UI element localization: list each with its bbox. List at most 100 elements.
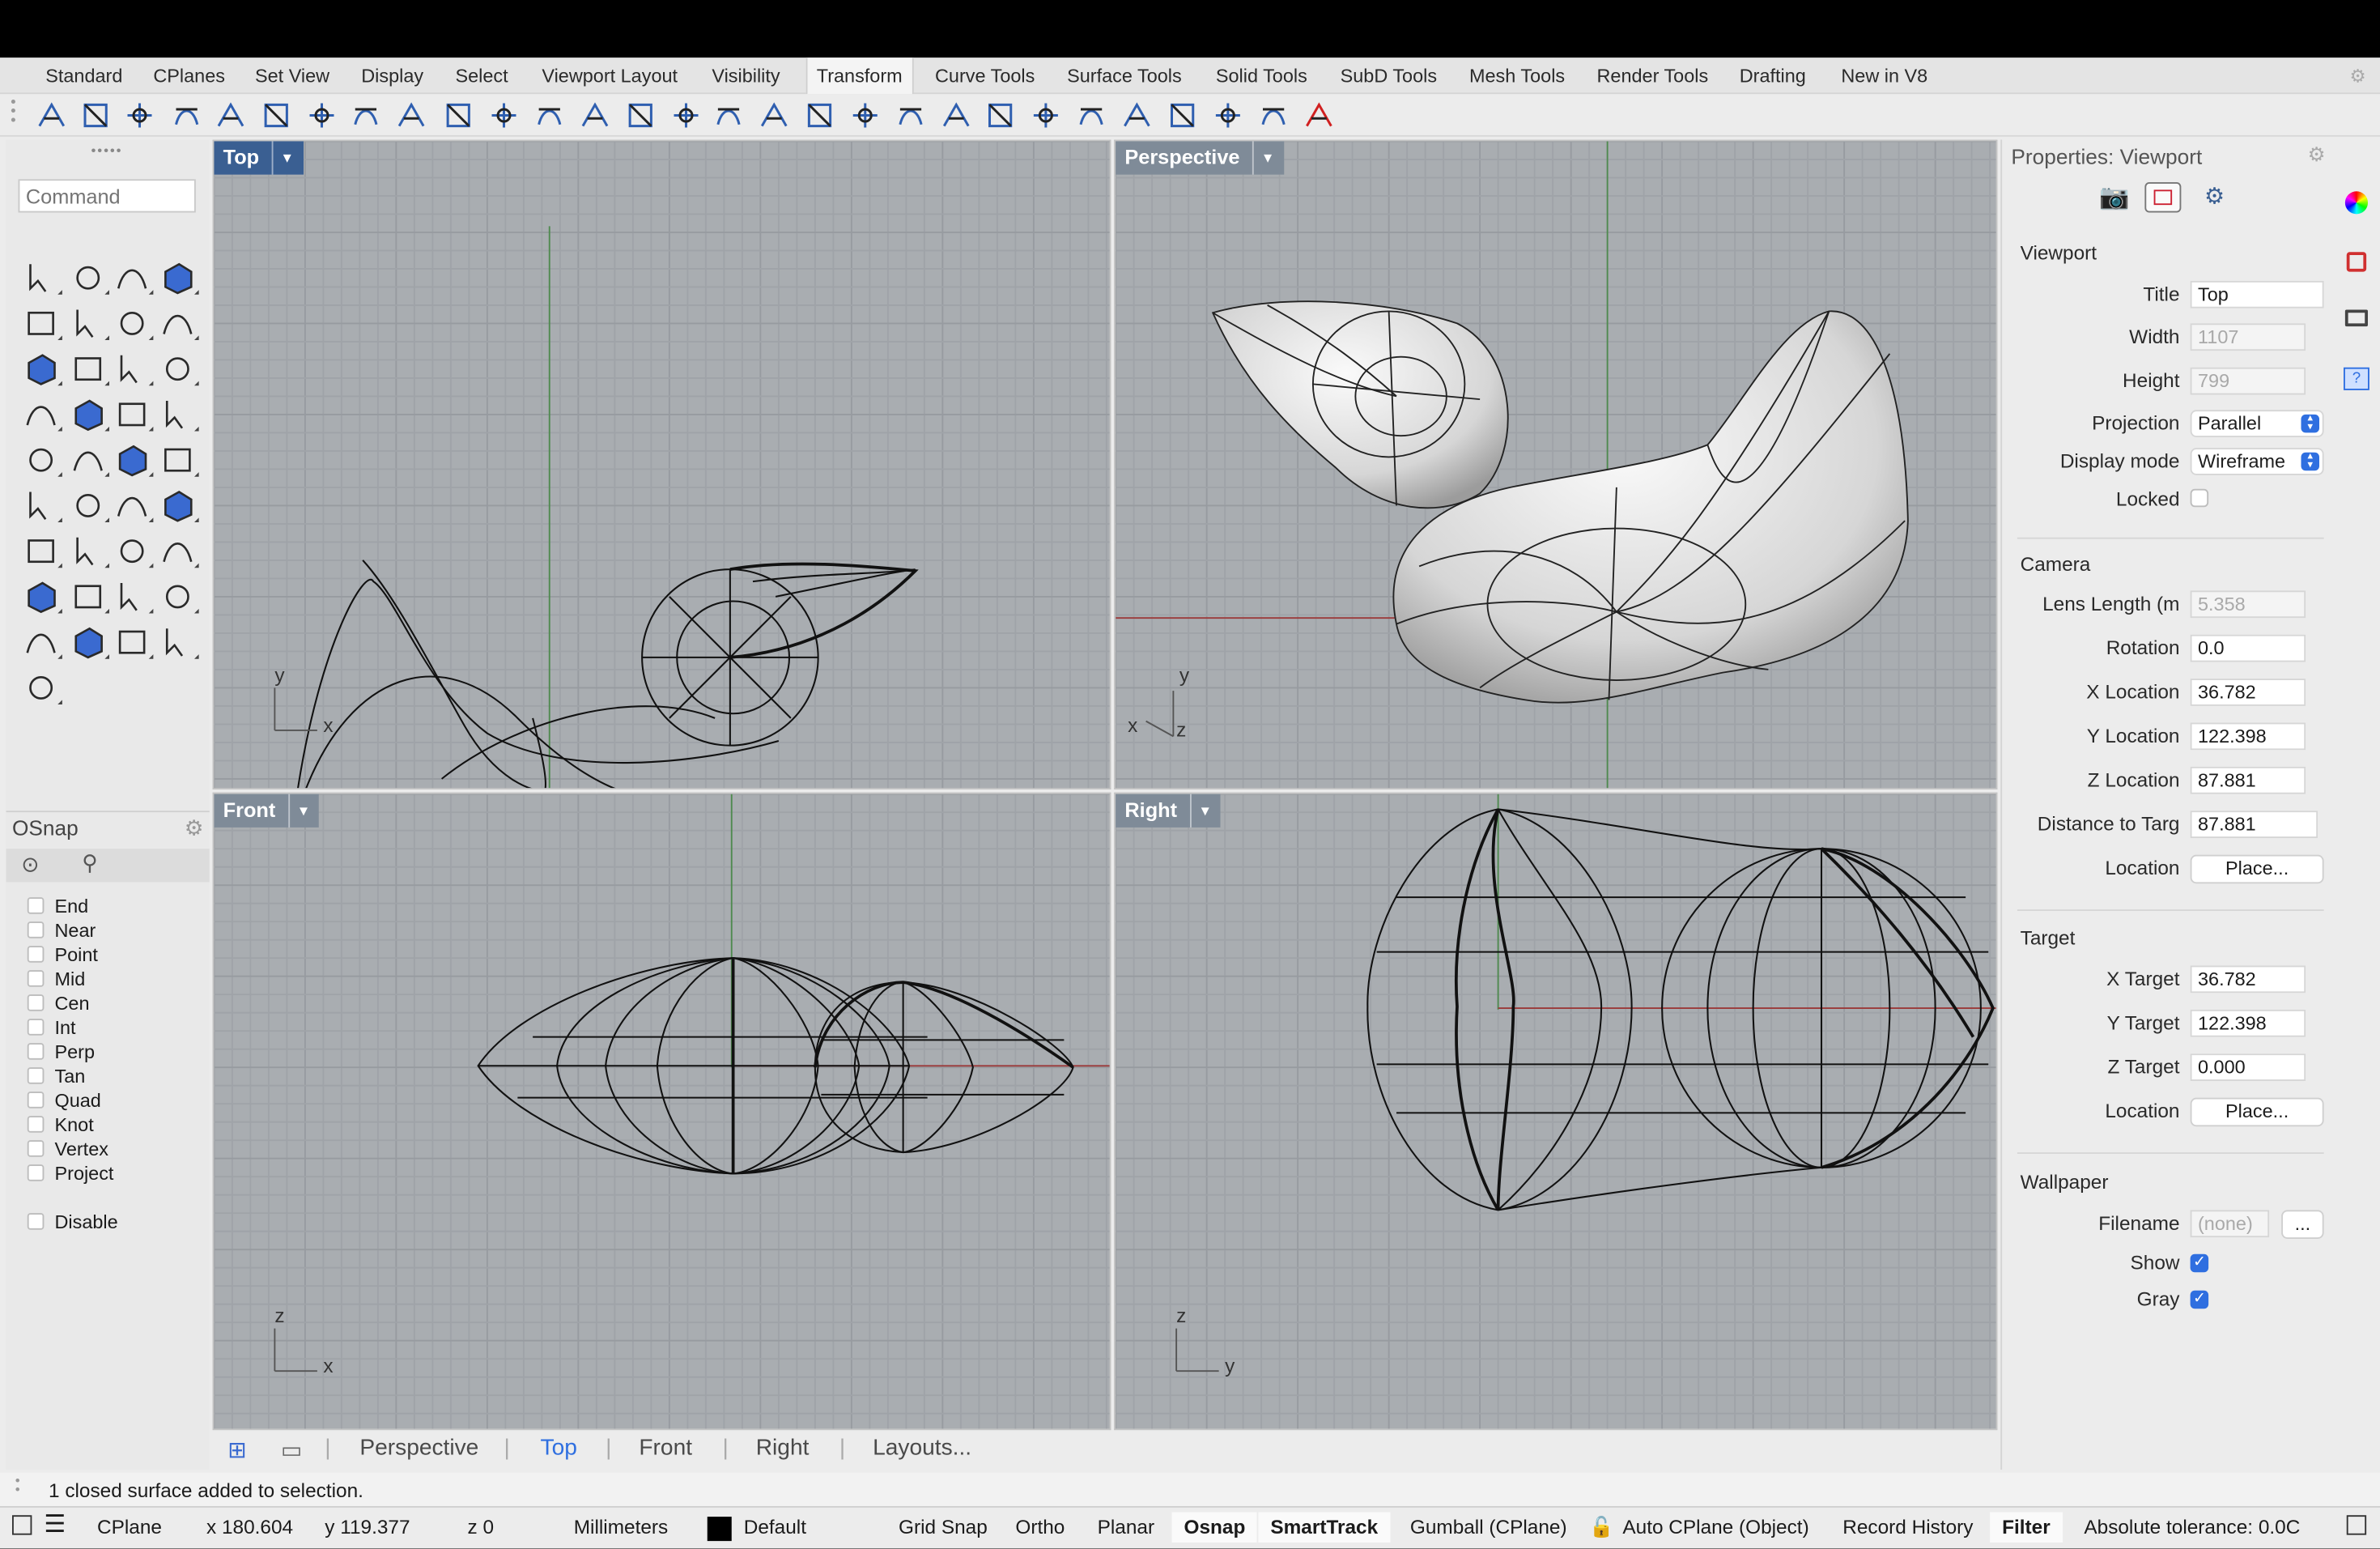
help-icon[interactable]: ?	[2344, 367, 2369, 390]
transform-tool-icon[interactable]	[347, 97, 384, 134]
transform-tool-icon[interactable]	[847, 97, 883, 134]
modeling-tool-icon[interactable]	[155, 483, 200, 528]
modeling-tool-icon[interactable]	[19, 255, 64, 300]
osnap-near[interactable]: Near	[27, 918, 96, 943]
osnap-toggle[interactable]: Osnap	[1171, 1512, 1258, 1543]
osnap-cen[interactable]: Cen	[27, 991, 90, 1015]
filter-toggle[interactable]: Filter	[1990, 1512, 2063, 1543]
modeling-tool-icon[interactable]	[155, 347, 200, 392]
camera-place-button[interactable]: Place...	[2190, 854, 2324, 884]
tab-front[interactable]: Front	[639, 1435, 692, 1461]
show-checkbox[interactable]: ✓	[2190, 1253, 2209, 1273]
locked-checkbox[interactable]	[2190, 488, 2209, 508]
menu-tab-solid-tools[interactable]: Solid Tools	[1216, 57, 1307, 94]
menu-tab-display[interactable]: Display	[361, 57, 423, 94]
modeling-tool-icon[interactable]	[109, 300, 155, 346]
modeling-tool-icon[interactable]	[109, 619, 155, 665]
projection-select[interactable]: Parallel ▴ ▾	[2190, 410, 2324, 437]
modeling-tool-icon[interactable]	[155, 437, 200, 483]
list-icon[interactable]: ☰	[44, 1509, 66, 1540]
checkbox[interactable]	[27, 970, 45, 987]
viewport-properties-icon[interactable]	[2144, 182, 2182, 213]
dropdown-caret-icon[interactable]: ▼	[287, 794, 310, 828]
modeling-tool-icon[interactable]	[19, 483, 64, 528]
modeling-tool-icon[interactable]	[155, 392, 200, 437]
record-history-toggle[interactable]: Record History	[1842, 1515, 1973, 1538]
modeling-tool-icon[interactable]	[155, 255, 200, 300]
dropdown-caret-icon[interactable]: ▼	[1252, 141, 1275, 175]
gumball-toggle[interactable]: Gumball (CPlane)	[1410, 1515, 1567, 1538]
osnap-point[interactable]: Point	[27, 943, 98, 967]
modeling-tool-icon[interactable]	[19, 392, 64, 437]
smarttrack-toggle[interactable]: SmartTrack	[1258, 1512, 1391, 1543]
menu-tab-viewport-layout[interactable]: Viewport Layout	[542, 57, 678, 94]
menu-tab-standard[interactable]: Standard	[45, 57, 122, 94]
modeling-tool-icon[interactable]	[155, 300, 200, 346]
transform-tool-icon[interactable]	[168, 97, 205, 134]
menu-tab-surface-tools[interactable]: Surface Tools	[1067, 57, 1182, 94]
auto-cplane-toggle[interactable]: Auto CPlane (Object)	[1622, 1515, 1808, 1538]
transform-tool-icon[interactable]	[486, 97, 522, 134]
menu-tab-select[interactable]: Select	[456, 57, 508, 94]
modeling-tool-icon[interactable]	[19, 347, 64, 392]
osnap-int[interactable]: Int	[27, 1015, 76, 1040]
osnap-end[interactable]: End	[27, 894, 88, 918]
x-location-field[interactable]: 36.782▴▾	[2190, 679, 2306, 706]
osnap-tan[interactable]: Tan	[27, 1064, 85, 1088]
transform-tool-icon[interactable]	[1256, 97, 1292, 134]
transform-tool-icon[interactable]	[893, 97, 929, 134]
transform-tool-icon[interactable]	[711, 97, 747, 134]
osnap-vertex[interactable]: Vertex	[27, 1137, 108, 1161]
tab-right[interactable]: Right	[756, 1435, 810, 1461]
transform-tool-icon[interactable]	[393, 97, 430, 134]
viewport-front[interactable]: z x Front ▼	[212, 792, 1111, 1431]
transform-tool-icon[interactable]	[577, 97, 614, 134]
modeling-tool-icon[interactable]	[66, 574, 111, 619]
gray-checkbox[interactable]: ✓	[2190, 1290, 2209, 1309]
browse-button[interactable]: ...	[2281, 1210, 2324, 1239]
planar-toggle[interactable]: Planar	[1098, 1515, 1154, 1538]
transform-tool-icon[interactable]	[1301, 97, 1337, 134]
modeling-tool-icon[interactable]	[19, 300, 64, 346]
command-input[interactable]	[18, 179, 196, 213]
layer-color-swatch[interactable]	[707, 1517, 732, 1542]
tab-layouts[interactable]: Layouts...	[873, 1435, 971, 1461]
gear-icon[interactable]: ⚙	[2308, 143, 2326, 167]
modeling-tool-icon[interactable]	[66, 437, 111, 483]
transform-tool-icon[interactable]	[531, 97, 567, 134]
modeling-tool-icon[interactable]	[66, 347, 111, 392]
menu-tab-subd-tools[interactable]: SubD Tools	[1341, 57, 1437, 94]
modeling-tool-icon[interactable]	[19, 574, 64, 619]
viewport-label-front[interactable]: Front ▼	[214, 794, 320, 828]
transform-tool-icon[interactable]	[213, 97, 249, 134]
gear-icon[interactable]: ⚙	[185, 815, 204, 841]
checkbox[interactable]	[27, 1067, 45, 1084]
menu-tab-set-view[interactable]: Set View	[255, 57, 329, 94]
checkbox[interactable]	[27, 1140, 45, 1157]
menu-tab-drafting[interactable]: Drafting	[1740, 57, 1806, 94]
x-target-field[interactable]: 36.782▴▾	[2190, 965, 2306, 994]
transform-tool-icon[interactable]	[440, 97, 477, 134]
transform-tool-icon[interactable]	[1119, 97, 1155, 134]
osnap-disable[interactable]: Disable	[27, 1210, 118, 1234]
object-properties-icon[interactable]: ⚙	[2196, 182, 2233, 213]
viewport-right[interactable]: z y Right ▼	[1114, 792, 1998, 1431]
modeling-tool-icon[interactable]	[155, 529, 200, 574]
display-icon[interactable]	[2344, 309, 2368, 327]
checkbox[interactable]	[27, 897, 45, 914]
transform-tool-icon[interactable]	[1073, 97, 1110, 134]
checkbox[interactable]	[27, 1213, 45, 1230]
transform-tool-icon[interactable]	[938, 97, 975, 134]
modeling-tool-icon[interactable]	[19, 529, 64, 574]
checkbox[interactable]	[27, 946, 45, 963]
distance-field[interactable]: 87.881	[2190, 811, 2318, 838]
y-target-field[interactable]: 122.398▴▾	[2190, 1009, 2306, 1037]
viewport-label-right[interactable]: Right ▼	[1116, 794, 1222, 828]
modeling-tool-icon[interactable]	[109, 255, 155, 300]
checkbox[interactable]	[27, 1092, 45, 1109]
gear-icon[interactable]: ⚙	[2350, 66, 2366, 87]
modeling-tool-icon[interactable]	[109, 392, 155, 437]
viewport-top[interactable]: y x Top ▼	[212, 139, 1111, 789]
transform-tool-icon[interactable]	[668, 97, 704, 134]
transform-tool-icon[interactable]	[1164, 97, 1201, 134]
